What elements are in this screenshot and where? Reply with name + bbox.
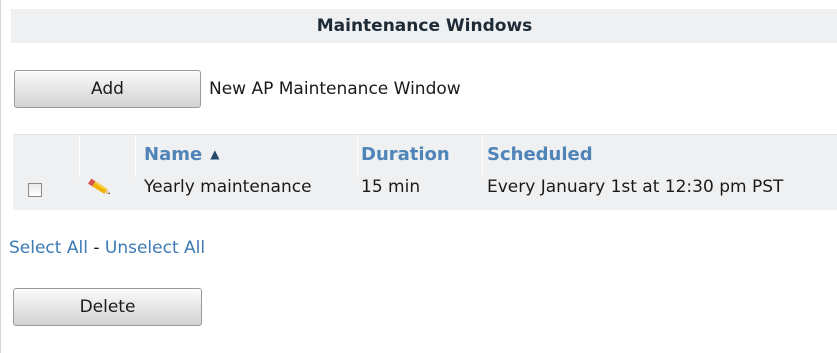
column-header-name-label: Name (144, 144, 203, 165)
delete-button[interactable]: Delete (13, 288, 202, 326)
maintenance-windows-table: Name ▲ Duration Scheduled Yearly maintena… (13, 134, 837, 210)
column-divider (357, 135, 358, 177)
row-checkbox[interactable] (28, 183, 42, 197)
selection-separator: - (93, 238, 100, 258)
panel-title-bar: Maintenance Windows (11, 9, 837, 43)
panel-title: Maintenance Windows (316, 16, 533, 36)
sort-ascending-icon: ▲ (210, 147, 220, 161)
select-all-link[interactable]: Select All (9, 238, 88, 258)
column-header-duration[interactable]: Duration (361, 144, 450, 165)
column-divider (482, 135, 483, 177)
column-divider (135, 135, 136, 177)
add-button[interactable]: Add (14, 70, 201, 108)
row-name: Yearly maintenance (144, 177, 312, 197)
maintenance-windows-panel: Maintenance Windows Add New AP Maintenan… (0, 0, 837, 353)
pencil-edit-icon[interactable] (85, 175, 113, 199)
column-header-name[interactable]: Name ▲ (144, 144, 219, 165)
row-scheduled: Every January 1st at 12:30 pm PST (487, 177, 784, 197)
selection-links: Select All - Unselect All (9, 238, 205, 258)
column-divider (79, 135, 80, 177)
row-duration: 15 min (361, 177, 421, 197)
column-header-scheduled[interactable]: Scheduled (487, 144, 593, 165)
unselect-all-link[interactable]: Unselect All (105, 238, 205, 258)
add-button-description: New AP Maintenance Window (209, 79, 461, 99)
